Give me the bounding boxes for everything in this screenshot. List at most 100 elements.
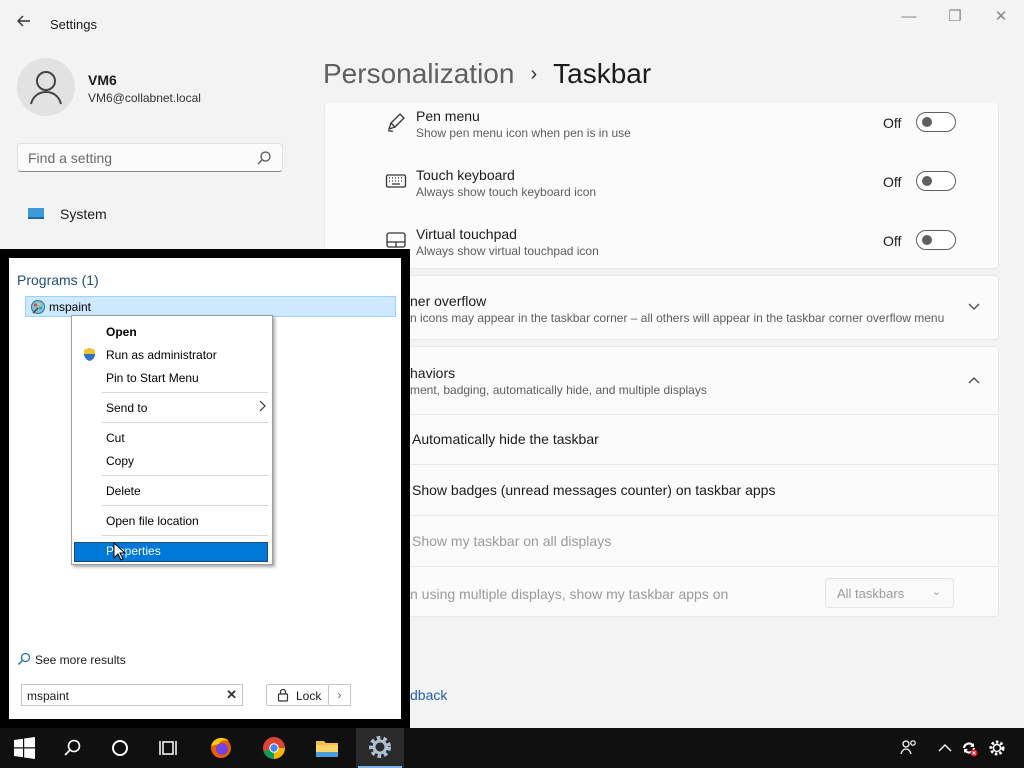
user-email: VM6@collabnet.local (88, 91, 201, 105)
close-button[interactable]: ✕ (978, 6, 1024, 28)
menu-item-pin-to-start[interactable]: Pin to Start Menu (106, 371, 199, 385)
multi-display-label: n using multiple displays, show my taskb… (410, 586, 729, 602)
pen-icon (385, 111, 407, 133)
touch-keyboard-toggle[interactable] (916, 171, 956, 191)
lock-icon (277, 688, 289, 702)
sidebar-item-label: System (60, 206, 107, 222)
see-more-results-link[interactable]: See more results (17, 652, 126, 667)
row-title: ner overflow (410, 293, 487, 309)
virtual-touchpad-toggle[interactable] (916, 230, 956, 250)
file-explorer-icon[interactable] (303, 728, 351, 768)
row-title: Pen menu (416, 108, 480, 124)
search-icon (17, 652, 31, 666)
chevron-down-icon[interactable] (968, 299, 980, 315)
breadcrumb-parent[interactable]: Personalization (323, 58, 514, 89)
row-desc: Always show touch keyboard icon (416, 185, 597, 199)
chevron-down-icon: ⌄ (931, 586, 941, 598)
keyboard-icon (385, 170, 407, 192)
submenu-arrow-icon (258, 400, 266, 415)
uac-shield-icon (82, 347, 97, 362)
chevron-up-icon[interactable] (935, 738, 955, 758)
user-icon (30, 71, 62, 105)
row-title: Touch keyboard (416, 167, 515, 183)
divider (325, 414, 998, 415)
mouse-cursor-icon (113, 542, 127, 561)
menu-item-delete[interactable]: Delete (106, 484, 141, 498)
settings-gear-icon[interactable] (987, 738, 1007, 758)
pen-menu-toggle[interactable] (916, 112, 956, 132)
menu-item-send-to[interactable]: Send to (106, 401, 147, 415)
divider (325, 464, 998, 465)
toggle-state: Off (883, 233, 902, 249)
multi-display-dropdown[interactable]: All taskbars ⌄ (825, 578, 954, 608)
settings-taskbar-button[interactable] (356, 728, 404, 768)
programs-header: Programs (1) (17, 272, 99, 288)
toggle-state: Off (883, 174, 902, 190)
row-title: haviors (410, 365, 456, 381)
search-icon (256, 150, 272, 166)
chevron-right-icon: › (530, 63, 538, 85)
user-name: VM6 (88, 72, 117, 88)
menu-separator (102, 505, 268, 506)
start-search-input[interactable]: mspaint ✕ (21, 684, 243, 706)
menu-item-copy[interactable]: Copy (106, 454, 134, 468)
show-badges-option[interactable]: Show badges (unread messages counter) on… (412, 482, 775, 498)
row-title: Virtual touchpad (416, 226, 517, 242)
window-title: Settings (50, 17, 97, 32)
search-placeholder: Find a setting (28, 150, 113, 166)
corner-icons-card: Pen menu Show pen menu icon when pen is … (324, 103, 999, 269)
windows-start-icon[interactable] (0, 728, 48, 768)
menu-item-run-as-admin[interactable]: Run as administrator (106, 348, 217, 362)
start-search-value: mspaint (27, 689, 70, 703)
shutdown-options-arrow[interactable]: › (329, 684, 351, 706)
task-view-icon[interactable] (144, 728, 192, 768)
row-desc: ment, badging, automatically hide, and m… (410, 383, 707, 397)
dropdown-value: All taskbars (837, 586, 905, 601)
menu-separator (102, 422, 268, 423)
give-feedback-link[interactable]: dback (410, 687, 447, 703)
menu-separator (102, 475, 268, 476)
see-more-label: See more results (35, 653, 126, 667)
toggle-state: Off (883, 115, 902, 131)
mspaint-icon (30, 299, 46, 315)
show-taskbar-all-displays-option[interactable]: Show my taskbar on all displays (412, 533, 611, 549)
divider (325, 566, 998, 567)
auto-hide-taskbar-option[interactable]: Automatically hide the taskbar (412, 431, 599, 447)
program-result-item[interactable]: mspaint (25, 296, 396, 317)
menu-highlight (74, 542, 268, 562)
sync-error-icon[interactable] (959, 738, 979, 758)
sidebar-item-system[interactable]: System (28, 204, 288, 226)
menu-item-open[interactable]: Open (106, 325, 137, 339)
corner-overflow-card[interactable]: ner overflow n icons may appear in the t… (324, 275, 999, 340)
breadcrumb: Personalization › Taskbar (323, 58, 651, 90)
people-icon[interactable] (899, 738, 919, 758)
back-arrow-icon[interactable] (14, 13, 34, 33)
lock-label: Lock (296, 689, 322, 703)
taskbar-behaviors-card: haviors ment, badging, automatically hid… (324, 346, 999, 617)
settings-gear-icon (369, 736, 391, 758)
system-icon (28, 208, 44, 219)
page-title: Taskbar (553, 58, 652, 89)
settings-search-input[interactable]: Find a setting (17, 143, 283, 172)
row-desc: Always show virtual touchpad icon (416, 244, 599, 258)
avatar[interactable] (17, 58, 75, 116)
menu-separator (102, 392, 268, 393)
chevron-up-icon[interactable] (968, 374, 980, 390)
menu-separator (102, 535, 268, 536)
cortana-icon[interactable] (96, 728, 144, 768)
taskbar (0, 728, 1024, 768)
menu-item-cut[interactable]: Cut (106, 431, 125, 445)
clear-search-icon[interactable]: ✕ (226, 687, 237, 703)
firefox-icon[interactable] (197, 728, 245, 768)
touchpad-icon (385, 229, 407, 251)
program-result-label: mspaint (49, 300, 92, 314)
search-icon[interactable] (48, 728, 96, 768)
row-desc: n icons may appear in the taskbar corner… (410, 311, 945, 325)
context-menu: Open Run as administrator Pin to Start M… (71, 315, 273, 565)
maximize-button[interactable]: ❐ (932, 6, 978, 28)
menu-item-open-file-location[interactable]: Open file location (106, 514, 199, 528)
divider (325, 515, 998, 516)
chrome-icon[interactable] (250, 728, 298, 768)
lock-button[interactable]: Lock (266, 684, 329, 706)
minimize-button[interactable]: — (886, 6, 932, 28)
